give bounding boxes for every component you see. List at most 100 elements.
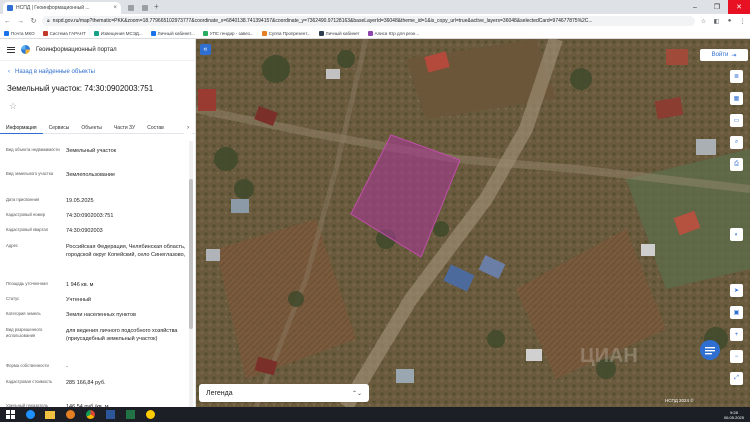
taskbar: 9:28 06.05.2025 [0, 407, 750, 422]
property-value: 1 946 кв. м [66, 282, 94, 288]
bookmark-favicon-icon [93, 30, 99, 36]
clock-date: 06.05.2025 [723, 414, 744, 420]
close-tab-icon[interactable]: × [113, 5, 117, 11]
watermark-text: ЦИАН [580, 345, 638, 367]
property-label: Кадастровый квартал [6, 227, 49, 232]
bookmark-item[interactable]: УПС гендир - завез... [202, 30, 254, 36]
property-value: Российская Федерация, Челябинская област… [66, 244, 186, 258]
property-value: Земельный участок [66, 148, 117, 154]
zoom-in-icon[interactable]: + [730, 328, 743, 341]
property-value: Земли населенных пунктов [66, 312, 136, 318]
bookmark-favicon-icon [42, 30, 48, 36]
browser-tab[interactable] [138, 2, 150, 14]
zoom-out-icon[interactable]: − [730, 350, 743, 363]
property-label: Площадь уточненная [6, 281, 48, 286]
system-clock[interactable]: 9:28 06.05.2025 [724, 407, 744, 422]
bookmark-item[interactable]: Алиса Юр для резн... [367, 30, 419, 36]
back-arrow-icon[interactable]: ← [3, 17, 12, 26]
bookmark-label: Личный кабинет... [157, 30, 195, 36]
search-icon[interactable]: ⌕ [730, 136, 743, 149]
menu-kebab-icon[interactable]: ⋮ [738, 17, 747, 26]
print-icon[interactable]: ⎙ [730, 158, 743, 171]
bookmark-label: Система ГАРАНТ [49, 30, 86, 36]
fullscreen-icon[interactable]: ⤢ [730, 372, 743, 385]
excel-icon[interactable] [120, 407, 140, 422]
extensions-icon[interactable]: ◧ [712, 17, 721, 26]
word-icon[interactable] [100, 407, 120, 422]
layers-icon[interactable]: ≣ [730, 70, 743, 83]
bookmark-favicon-icon [202, 30, 208, 36]
login-button[interactable]: Войти ⇥ [700, 49, 748, 61]
bookmark-item[interactable]: Личный кабинет [318, 30, 360, 36]
panel-tab[interactable]: Сервисы [43, 122, 76, 134]
navigate-icon[interactable]: ➤ [730, 284, 743, 297]
bookmark-item[interactable]: Извещения МСЭД... [93, 30, 143, 36]
minimize-icon[interactable]: – [684, 0, 706, 14]
yandex-icon[interactable] [140, 407, 160, 422]
satellite-map[interactable]: ЦИАН [196, 39, 750, 407]
bookmark-favicon-icon [4, 30, 9, 36]
bookmark-favicon-icon [318, 30, 324, 36]
ruler-icon[interactable]: ▭ [730, 114, 743, 127]
tabs-scroll-right-icon[interactable]: › [184, 122, 192, 134]
property-label: Дата присвоения [6, 197, 40, 202]
scrollbar-thumb[interactable] [189, 179, 193, 329]
property-value: - [66, 364, 68, 370]
panel-tab[interactable]: Части ЗУ [108, 122, 141, 134]
windows-start-icon[interactable] [0, 407, 20, 422]
legend-label: Легенда [206, 389, 233, 397]
map-imagery [196, 39, 750, 407]
panel-header: Геоинформационный портал [0, 39, 195, 61]
bookmark-favicon-icon [150, 30, 156, 36]
bookmark-item[interactable]: Личный кабинет... [150, 30, 195, 36]
chrome-icon[interactable] [80, 407, 100, 422]
map-attribution: НСПД 2024 © [665, 398, 694, 403]
chat-assistant-button[interactable] [695, 339, 725, 361]
browser-tab-active[interactable]: НСПД | Геоинформационный ... × [3, 2, 121, 14]
back-to-results-link[interactable]: ‹ Назад в найденные объекты [8, 69, 95, 75]
property-label: Кадастровая стоимость [6, 379, 53, 384]
page-title: Земельный участок: 74:30:0902003:751 [7, 84, 154, 93]
window-close-icon[interactable]: ✕ [728, 0, 750, 14]
bookmark-item[interactable]: Суппа Пропрезент... [261, 30, 311, 36]
reload-icon[interactable]: ↻ [29, 17, 38, 26]
favorite-star-icon[interactable]: ☆ [9, 101, 17, 112]
chevron-left-icon: ‹ [8, 69, 10, 75]
media-icon[interactable] [60, 407, 80, 422]
new-tab-button[interactable]: + [154, 2, 159, 11]
map-style-icon[interactable]: ▣ [730, 306, 743, 319]
tab-title: НСПД | Геоинформационный ... [16, 5, 90, 11]
hamburger-menu-icon[interactable] [7, 46, 15, 53]
browser-tab[interactable] [124, 2, 136, 14]
property-label: Вид объекта недвижимости [6, 147, 60, 152]
property-value: Учтенный [66, 297, 91, 303]
bookmark-item[interactable]: Почта МКО [4, 30, 35, 36]
bookmark-item[interactable]: Система ГАРАНТ [42, 30, 86, 36]
explorer-icon[interactable] [40, 407, 60, 422]
site-favicon-icon [7, 5, 13, 11]
legend-dropdown[interactable]: Легенда ⌃⌄ [199, 384, 369, 402]
panel-tab[interactable]: Объекты [75, 122, 108, 134]
bookmark-favicon-icon [261, 30, 267, 36]
bookmark-favicon-icon [367, 30, 373, 36]
lock-icon: 🔒︎ [47, 18, 50, 24]
forward-arrow-icon[interactable]: → [16, 17, 25, 26]
bookmarks-bar: Почта МКО Система ГАРАНТ Извещения МСЭД...… [0, 28, 750, 39]
window-controls: – ❐ ✕ [684, 0, 750, 14]
panel-tab[interactable]: Состав [141, 122, 170, 134]
maximize-icon[interactable]: ❐ [706, 0, 728, 14]
profile-icon[interactable]: ● [725, 17, 734, 26]
tab-favicon-icon [142, 5, 148, 11]
extension-icon[interactable]: ◐ [730, 228, 743, 241]
property-label: Кадастровый номер [6, 212, 46, 217]
legend-sort-icon: ⌃⌄ [351, 390, 362, 397]
address-bar[interactable]: 🔒︎ nspd.gov.ru/map?thematic=PKK&zoom=18.… [42, 16, 695, 26]
portal-logo-icon [21, 45, 30, 54]
bookmark-star-icon[interactable]: ☆ [699, 17, 708, 26]
ie-icon[interactable] [20, 407, 40, 422]
property-value: 74:30:0902003 [66, 228, 103, 234]
panel-tab[interactable]: Информация [0, 122, 43, 134]
apps-grid-icon[interactable]: ▦ [730, 92, 743, 105]
property-label: Вид земельного участка [6, 171, 54, 176]
collapse-panel-button[interactable]: « [200, 44, 211, 55]
